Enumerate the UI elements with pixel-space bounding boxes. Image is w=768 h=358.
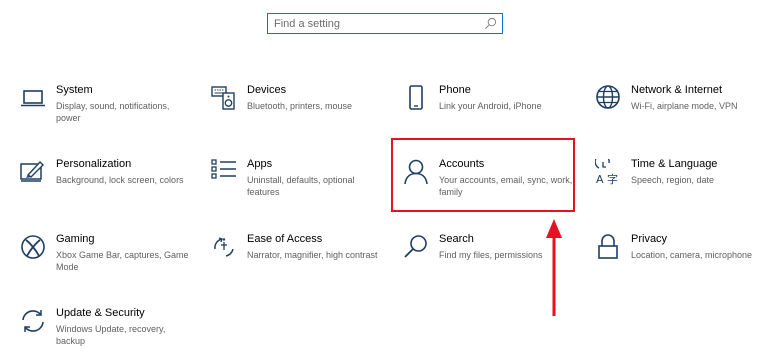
apps-list-icon bbox=[211, 159, 237, 185]
tile-apps[interactable]: Apps Uninstall, defaults, optional featu… bbox=[211, 158, 386, 209]
tile-title: Apps bbox=[247, 158, 273, 170]
tile-description: Wi-Fi, airplane mode, VPN bbox=[631, 101, 738, 111]
tile-gaming[interactable]: Gaming Xbox Game Bar, captures, Game Mod… bbox=[20, 233, 195, 284]
keyboard-speaker-icon bbox=[211, 85, 237, 111]
tile-description: Windows Update, recovery, backup bbox=[56, 324, 166, 346]
tile-description: Narrator, magnifier, high contrast bbox=[247, 250, 378, 260]
svg-text:字: 字 bbox=[607, 172, 618, 185]
tile-title: Privacy bbox=[631, 233, 668, 245]
search-input[interactable] bbox=[274, 17, 474, 31]
phone-icon bbox=[403, 85, 429, 111]
tile-devices[interactable]: Devices Bluetooth, printers, mouse bbox=[211, 84, 386, 135]
tile-title: Personalization bbox=[56, 158, 132, 170]
tile-description: Bluetooth, printers, mouse bbox=[247, 101, 353, 111]
lock-icon bbox=[595, 234, 621, 260]
globe-icon bbox=[595, 85, 621, 111]
tile-description: Speech, region, date bbox=[631, 175, 715, 185]
tile-time-language[interactable]: A字 Time & Language Speech, region, date bbox=[594, 154, 768, 209]
tile-ease-of-access[interactable]: Ease of Access Narrator, magnifier, high… bbox=[211, 233, 386, 284]
time-language-icon: A字 bbox=[594, 154, 621, 186]
tile-title: Update & Security bbox=[56, 307, 145, 319]
search-icon bbox=[485, 17, 497, 29]
tile-privacy[interactable]: Privacy Location, camera, microphone bbox=[595, 233, 768, 284]
tile-title: Devices bbox=[247, 84, 287, 96]
laptop-icon bbox=[20, 85, 46, 111]
tile-system[interactable]: System Display, sound, notifications, po… bbox=[20, 84, 195, 135]
tile-title: Ease of Access bbox=[247, 233, 323, 245]
ease-of-access-icon bbox=[211, 234, 237, 260]
tile-title: System bbox=[56, 84, 93, 96]
tile-title: Phone bbox=[439, 84, 471, 96]
tile-network-internet[interactable]: Network & Internet Wi-Fi, airplane mode,… bbox=[595, 84, 768, 135]
tile-description: Display, sound, notifications, power bbox=[56, 101, 170, 123]
tile-description: Uninstall, defaults, optional features bbox=[247, 175, 355, 197]
tile-update-security[interactable]: Update & Security Windows Update, recove… bbox=[20, 307, 195, 358]
tile-description: Link your Android, iPhone bbox=[439, 101, 542, 111]
sync-icon bbox=[20, 308, 46, 334]
svg-text:A: A bbox=[596, 173, 604, 185]
tile-title: Time & Language bbox=[631, 158, 718, 170]
arrow-up-icon bbox=[546, 219, 562, 316]
tile-description: Location, camera, microphone bbox=[631, 250, 753, 260]
tile-title: Gaming bbox=[56, 233, 95, 245]
paint-icon bbox=[20, 159, 46, 185]
tile-personalization[interactable]: Personalization Background, lock screen,… bbox=[20, 158, 195, 209]
tile-description: Background, lock screen, colors bbox=[56, 175, 184, 185]
search-icon bbox=[403, 234, 429, 260]
search-box[interactable] bbox=[267, 13, 503, 34]
xbox-icon bbox=[20, 234, 46, 260]
tile-phone[interactable]: Phone Link your Android, iPhone bbox=[403, 84, 578, 135]
tile-description: Xbox Game Bar, captures, Game Mode bbox=[56, 250, 189, 272]
tile-title: Network & Internet bbox=[631, 84, 723, 96]
accounts-highlight-box bbox=[391, 138, 575, 212]
